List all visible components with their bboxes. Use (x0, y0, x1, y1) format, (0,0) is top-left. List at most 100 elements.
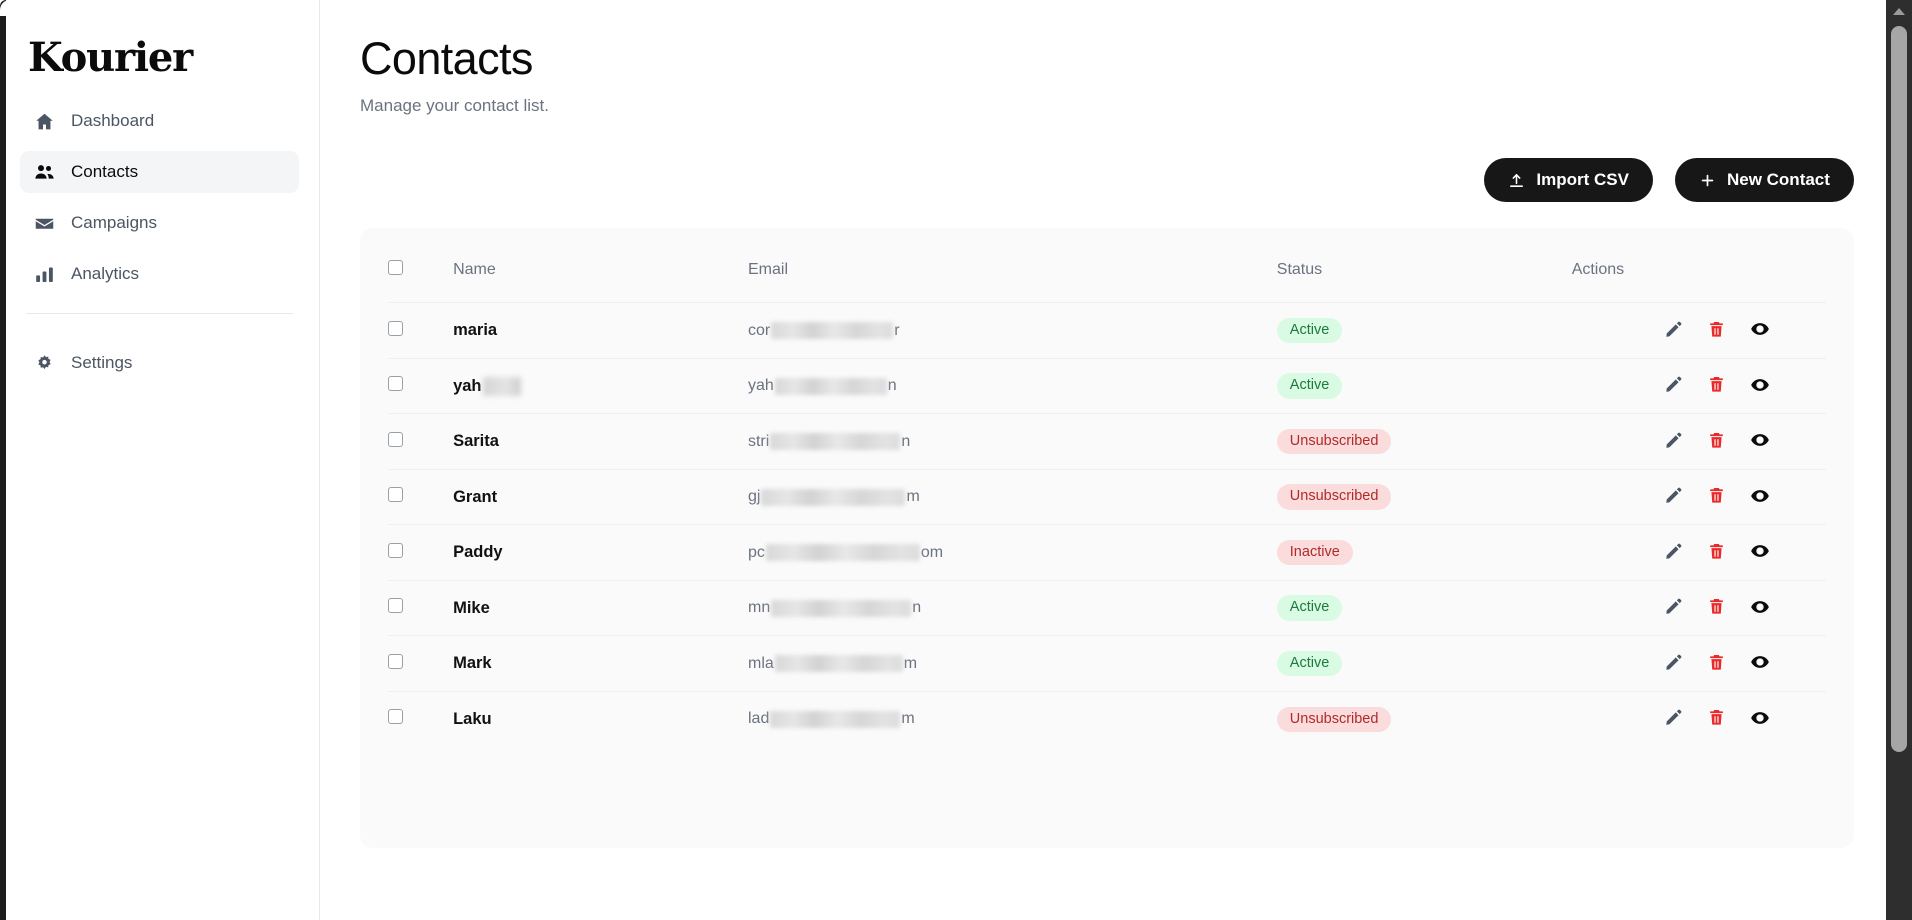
view-contact-button[interactable] (1750, 543, 1770, 563)
row-select-cell (388, 468, 454, 525)
table-row[interactable]: maria cor r Active (388, 302, 1826, 359)
sidebar-item-analytics[interactable]: Analytics (20, 253, 299, 295)
table-row[interactable]: Laku lad m Unsubscribed (388, 690, 1826, 747)
view-contact-button[interactable] (1750, 654, 1770, 674)
delete-contact-button[interactable] (1707, 709, 1727, 729)
trash-icon (1707, 431, 1726, 453)
eye-icon (1750, 486, 1770, 509)
scroll-up-arrow-icon[interactable] (1893, 8, 1905, 15)
edit-contact-button[interactable] (1664, 543, 1684, 563)
view-contact-button[interactable] (1750, 432, 1770, 452)
pencil-icon (1664, 320, 1683, 342)
contact-email-suffix: m (906, 488, 920, 506)
row-select-cell (388, 690, 454, 747)
table-row[interactable]: Paddy pc om Inactive (388, 524, 1826, 581)
contact-name: yah (453, 376, 482, 395)
trash-icon (1707, 486, 1726, 508)
row-select-checkbox[interactable] (388, 487, 403, 503)
contacts-table: Name Email Status Actions maria cor r Activ… (388, 252, 1826, 747)
sidebar-item-label: Analytics (71, 264, 140, 283)
row-select-checkbox[interactable] (388, 376, 403, 392)
row-actions (1572, 598, 1826, 618)
view-contact-button[interactable] (1750, 709, 1770, 729)
contact-email-prefix: cor (747, 321, 771, 339)
sidebar-nav: Dashboard Contacts Campaigns Analytics S… (20, 100, 299, 384)
trash-icon (1707, 653, 1726, 675)
pencil-icon (1664, 486, 1683, 508)
contact-status-cell: Active (1276, 635, 1572, 692)
delete-contact-button[interactable] (1707, 487, 1727, 507)
envelope-icon (34, 213, 55, 234)
gear-icon (34, 353, 55, 374)
contact-name-cell: Mark (453, 635, 748, 692)
edit-contact-button[interactable] (1664, 654, 1684, 674)
new-contact-button[interactable]: New Contact (1674, 158, 1854, 203)
contact-email-cell: stri n (747, 413, 1277, 470)
sidebar-item-contacts[interactable]: Contacts (20, 151, 299, 193)
edit-contact-button[interactable] (1664, 321, 1684, 341)
delete-contact-button[interactable] (1707, 543, 1727, 563)
redacted-email-block (771, 599, 912, 617)
column-header-status[interactable]: Status (1277, 252, 1572, 303)
contact-status-cell: Unsubscribed (1276, 413, 1572, 470)
edit-contact-button[interactable] (1664, 709, 1684, 729)
select-all-checkbox[interactable] (388, 260, 403, 276)
app-window: Kourier Dashboard Contacts Campaigns Ana… (0, 0, 1912, 920)
contact-name: Paddy (453, 543, 503, 562)
contact-email-suffix: m (901, 710, 915, 728)
contact-email-suffix: om (920, 543, 944, 561)
import-csv-button[interactable]: Import CSV (1484, 158, 1653, 203)
view-contact-button[interactable] (1750, 321, 1770, 341)
edit-contact-button[interactable] (1664, 598, 1684, 618)
sidebar-item-dashboard[interactable]: Dashboard (20, 100, 299, 142)
contact-name-cell: Grant (453, 468, 748, 525)
table-row[interactable]: Sarita stri n Unsubscribed (388, 413, 1826, 470)
page-scrollbar[interactable] (1886, 0, 1912, 920)
view-contact-button[interactable] (1750, 487, 1770, 507)
contact-email-prefix: yah (747, 377, 774, 395)
status-badge: Unsubscribed (1276, 428, 1392, 455)
sidebar-divider (26, 313, 293, 314)
delete-contact-button[interactable] (1707, 321, 1727, 341)
view-contact-button[interactable] (1750, 376, 1770, 396)
table-row[interactable]: Mike mn n Active (388, 579, 1826, 636)
brand-logo[interactable]: Kourier (20, 0, 299, 92)
delete-contact-button[interactable] (1707, 376, 1727, 396)
contact-email-prefix: lad (747, 710, 770, 728)
edit-contact-button[interactable] (1664, 376, 1684, 396)
trash-icon (1707, 542, 1726, 564)
row-select-checkbox[interactable] (388, 598, 403, 614)
row-select-checkbox[interactable] (388, 431, 403, 447)
page-subtitle: Manage your contact list. (360, 96, 549, 116)
delete-contact-button[interactable] (1707, 432, 1727, 452)
contact-email-suffix: r (894, 321, 900, 339)
contact-actions-cell (1571, 468, 1826, 525)
contact-email-suffix: m (903, 654, 918, 672)
contact-email-suffix: n (887, 377, 897, 395)
page-toolbar: Import CSV New Contact (360, 158, 1868, 203)
trash-icon (1707, 597, 1726, 619)
status-badge: Inactive (1276, 539, 1353, 566)
status-badge: Active (1276, 317, 1343, 344)
row-select-checkbox[interactable] (388, 542, 403, 558)
table-row[interactable]: yah yah n Active (388, 357, 1826, 414)
contact-name-cell: Mike (453, 579, 748, 636)
row-select-checkbox[interactable] (388, 709, 403, 725)
row-select-checkbox[interactable] (388, 320, 403, 336)
sidebar-item-campaigns[interactable]: Campaigns (20, 202, 299, 244)
edit-contact-button[interactable] (1664, 487, 1684, 507)
view-contact-button[interactable] (1750, 598, 1770, 618)
delete-contact-button[interactable] (1707, 598, 1727, 618)
edit-contact-button[interactable] (1664, 432, 1684, 452)
table-row[interactable]: Grant gj m Unsubscribed (388, 468, 1826, 525)
contact-email-cell: mla m (747, 635, 1277, 692)
column-header-email[interactable]: Email (748, 252, 1277, 303)
status-badge: Active (1276, 650, 1343, 677)
column-header-name[interactable]: Name (453, 252, 748, 303)
row-select-checkbox[interactable] (388, 653, 403, 669)
table-row[interactable]: Mark mla m Active (388, 635, 1826, 692)
scrollbar-thumb[interactable] (1891, 26, 1907, 752)
pencil-icon (1664, 375, 1683, 397)
delete-contact-button[interactable] (1707, 654, 1727, 674)
sidebar-item-settings[interactable]: Settings (20, 342, 299, 384)
